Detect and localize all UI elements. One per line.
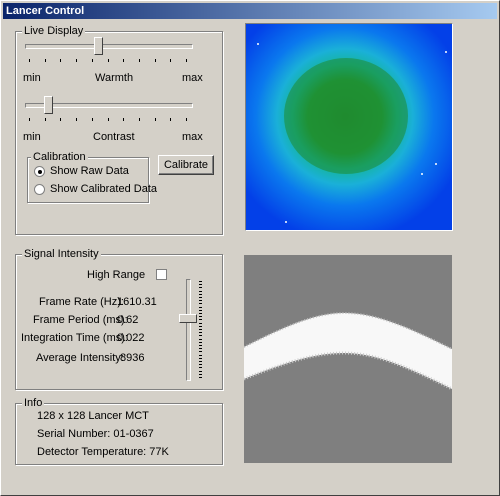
contrast-max-label: max — [182, 131, 203, 143]
slider-tick — [199, 348, 202, 350]
slider-tick — [186, 59, 187, 62]
slider-tick — [29, 118, 30, 121]
slider-tick — [44, 118, 46, 121]
calibrate-button[interactable]: Calibrate — [158, 155, 214, 175]
slider-tick — [199, 345, 202, 346]
slider-tick — [123, 59, 125, 62]
slider-tick — [199, 373, 202, 375]
slider-tick — [199, 338, 202, 340]
slider-tick — [199, 332, 202, 334]
slider-tick — [199, 316, 202, 318]
average-intensity-label: Average Intensity: — [36, 352, 124, 364]
warmth-slider-track[interactable] — [25, 44, 193, 49]
slider-tick — [170, 59, 172, 62]
slider-tick — [199, 313, 202, 314]
slider-tick — [107, 59, 109, 62]
integration-time-value: 0.022 — [117, 332, 145, 344]
signal-intensity-slider-thumb[interactable] — [179, 313, 197, 323]
show-raw-data-radio[interactable] — [34, 166, 45, 177]
show-raw-data-label[interactable]: Show Raw Data — [50, 165, 129, 177]
detector-model: 128 x 128 Lancer MCT — [37, 410, 149, 422]
signal-intensity-slider-track[interactable] — [186, 279, 191, 381]
slider-tick — [199, 377, 202, 378]
lancer-control-window: Lancer Control Live Display min Warmth m… — [0, 0, 500, 496]
window-title: Lancer Control — [3, 3, 497, 19]
slider-tick — [199, 297, 202, 298]
slider-tick — [199, 370, 202, 372]
slider-tick — [199, 290, 202, 292]
slider-tick — [199, 322, 202, 324]
slider-tick — [199, 284, 202, 286]
high-range-checkbox[interactable] — [156, 269, 167, 280]
slider-tick — [199, 361, 202, 362]
slider-tick — [138, 59, 140, 62]
calibration-title: Calibration — [31, 151, 88, 163]
frame-period-label: Frame Period (ms): — [33, 314, 128, 326]
high-range-label: High Range — [87, 269, 146, 281]
contrast-min-label: min — [23, 131, 41, 143]
slider-tick — [199, 335, 202, 337]
frame-rate-label: Frame Rate (Hz): — [39, 296, 124, 308]
slider-tick — [199, 364, 202, 366]
signal-intensity-title: Signal Intensity — [22, 248, 101, 260]
frame-period-value: 0.62 — [117, 314, 139, 326]
slider-tick — [199, 306, 202, 308]
warmth-label: Warmth — [95, 72, 134, 84]
slider-tick — [123, 118, 125, 121]
warmth-max-label: max — [182, 72, 203, 84]
calibration-group: Calibration — [27, 151, 149, 203]
slider-tick — [199, 325, 202, 327]
warmth-slider-thumb[interactable] — [94, 37, 104, 59]
slider-tick — [199, 357, 202, 359]
show-calibrated-data-label[interactable]: Show Calibrated Data — [50, 183, 157, 195]
contrast-slider-thumb[interactable] — [43, 96, 53, 118]
live-display-title: Live Display — [22, 25, 86, 37]
slider-tick — [29, 59, 30, 62]
show-calibrated-data-radio[interactable] — [34, 184, 45, 195]
slider-tick — [199, 300, 202, 302]
slider-tick — [91, 59, 93, 62]
live-detector-image — [246, 24, 452, 230]
slider-tick — [199, 341, 202, 343]
slider-tick — [199, 281, 202, 282]
frame-rate-value: 1610.31 — [117, 296, 157, 308]
contrast-label: Contrast — [93, 131, 135, 143]
slider-tick — [138, 118, 140, 121]
slider-tick — [186, 118, 187, 121]
slider-tick — [199, 309, 202, 311]
slider-tick — [199, 354, 202, 356]
slider-tick — [199, 351, 202, 353]
intensity-profile-plot — [244, 255, 452, 463]
slider-tick — [60, 118, 62, 121]
slider-tick — [199, 367, 202, 369]
serial-number: Serial Number: 01-0367 — [37, 428, 154, 440]
slider-tick — [199, 319, 202, 321]
warmth-min-label: min — [23, 72, 41, 84]
detector-temperature: Detector Temperature: 77K — [37, 446, 169, 458]
slider-tick — [199, 287, 202, 289]
info-title: Info — [22, 397, 45, 409]
slider-tick — [170, 118, 172, 121]
average-intensity-value: 8936 — [120, 352, 145, 364]
slider-tick — [199, 303, 202, 305]
slider-tick — [107, 118, 109, 121]
slider-tick — [199, 293, 202, 295]
slider-tick — [154, 59, 156, 62]
slider-tick — [91, 118, 93, 121]
slider-tick — [199, 329, 202, 330]
slider-tick — [60, 59, 62, 62]
slider-tick — [76, 59, 78, 62]
slider-tick — [154, 118, 156, 121]
integration-time-label: Integration Time (ms): — [21, 332, 128, 344]
slider-tick — [76, 118, 78, 121]
slider-tick — [44, 59, 46, 62]
